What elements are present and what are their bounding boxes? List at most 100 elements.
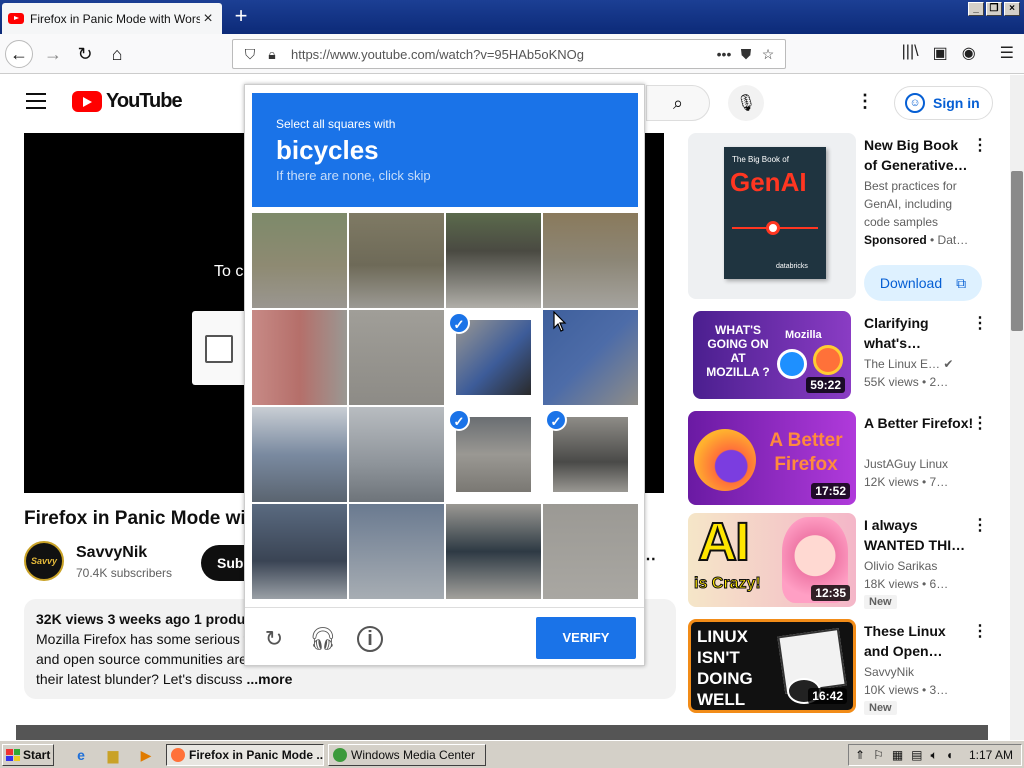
scrollbar-thumb[interactable] xyxy=(1011,171,1023,331)
download-button[interactable]: Download ⧉ xyxy=(864,265,982,301)
captcha-tile[interactable] xyxy=(252,407,347,502)
shield-icon[interactable]: ⛉ xyxy=(239,46,261,63)
media-player-icon[interactable]: ▶ xyxy=(137,746,155,764)
captcha-tile[interactable] xyxy=(543,213,638,308)
thumbnail-brand: Mozilla xyxy=(785,329,822,341)
video-thumbnail[interactable]: WHAT'S GOING ON AT MOZILLA ? Mozilla 59:… xyxy=(693,311,851,399)
video-thumbnail[interactable]: A Better Firefox 17:52 xyxy=(688,411,856,505)
volume-icon[interactable]: 🔈︎ xyxy=(931,748,938,763)
sidebar-video[interactable]: AI is Crazy! 12:35 I always WANTED THI… … xyxy=(688,513,998,617)
recaptcha-checkbox[interactable] xyxy=(205,335,233,363)
lock-icon[interactable]: 🔒︎ xyxy=(261,46,283,63)
library-icon[interactable]: |||\ xyxy=(902,43,919,63)
forward-button[interactable]: → xyxy=(39,40,67,68)
start-button[interactable]: Start xyxy=(2,744,54,766)
sidebar-title[interactable]: I always WANTED THI… xyxy=(864,515,974,555)
captcha-tile[interactable] xyxy=(349,407,444,502)
settings-more-icon[interactable]: ⋮ xyxy=(856,91,874,112)
pocket-icon[interactable]: ⛊ xyxy=(735,46,757,63)
book-cover-brand: databricks xyxy=(776,263,808,270)
reload-challenge-icon[interactable]: ↻ xyxy=(261,626,287,652)
home-button[interactable]: ⌂ xyxy=(103,40,131,68)
search-button[interactable]: ⌕ xyxy=(646,85,710,121)
restore-button[interactable]: ❐ xyxy=(986,2,1002,16)
page-actions-icon[interactable]: ••• xyxy=(713,46,735,62)
tray-flag-icon[interactable]: ⚐ xyxy=(873,748,884,762)
sidebar-item-more-icon[interactable]: ⋮ xyxy=(972,621,988,641)
video-thumbnail[interactable]: LINUX ISN'T DOING WELL 16:42 xyxy=(688,619,856,713)
sign-in-button[interactable]: ☺ Sign in xyxy=(894,86,993,120)
verify-button[interactable]: VERIFY xyxy=(536,617,636,659)
captcha-tile[interactable] xyxy=(349,504,444,599)
info-icon[interactable]: i xyxy=(357,626,383,652)
tray-expand-icon[interactable]: ⇑ xyxy=(855,748,865,762)
sidebar-title[interactable]: New Big Book of Generative… xyxy=(864,135,974,175)
reload-button[interactable]: ↻ xyxy=(71,40,99,68)
captcha-tile[interactable] xyxy=(349,213,444,308)
sidebar-title[interactable]: Clarifying what's… xyxy=(864,313,974,353)
explorer-folder-icon[interactable]: ▆ xyxy=(104,746,122,764)
sidebar-video[interactable]: WHAT'S GOING ON AT MOZILLA ? Mozilla 59:… xyxy=(688,311,998,407)
youtube-logo[interactable]: YouTube xyxy=(72,90,183,113)
captcha-tile[interactable] xyxy=(252,310,347,405)
channel-avatar[interactable]: Savvy xyxy=(24,541,64,581)
captcha-tile[interactable] xyxy=(543,504,638,599)
voice-search-button[interactable]: 🎙︎ xyxy=(728,85,764,121)
minimize-button[interactable]: _ xyxy=(968,2,984,16)
url-text[interactable]: https://www.youtube.com/watch?v=95HAb5oK… xyxy=(291,47,713,62)
captcha-tile[interactable]: ✓ xyxy=(446,310,541,405)
checkmark-icon: ✓ xyxy=(545,409,567,431)
captcha-tile[interactable] xyxy=(446,213,541,308)
tab-strip: Firefox in Panic Mode with Worst U × + _… xyxy=(0,0,1024,34)
captcha-tile[interactable] xyxy=(446,504,541,599)
sidebar-video[interactable]: LINUX ISN'T DOING WELL 16:42 These Linux… xyxy=(688,619,998,723)
browser-tab-active[interactable]: Firefox in Panic Mode with Worst U × xyxy=(2,3,222,34)
sidebar-video[interactable]: A Better Firefox 17:52 A Better Firefox!… xyxy=(688,411,998,507)
book-cover: The Big Book of GenAI databricks xyxy=(724,147,826,279)
video-thumbnail[interactable]: AI is Crazy! 12:35 xyxy=(688,513,856,607)
address-bar[interactable]: ⛉ 🔒︎ https://www.youtube.com/watch?v=95H… xyxy=(232,39,786,69)
internet-explorer-icon[interactable]: e xyxy=(72,746,90,764)
close-window-button[interactable]: × xyxy=(1004,2,1020,16)
thumbnail-text: A Better Firefox xyxy=(769,430,843,475)
user-circle-icon: ☺ xyxy=(905,93,925,113)
sidebar-item-more-icon[interactable]: ⋮ xyxy=(972,135,988,155)
captcha-image-grid: ✓ ✓ ✓ xyxy=(252,213,638,599)
ad-thumbnail[interactable]: The Big Book of GenAI databricks xyxy=(688,133,856,299)
back-button[interactable]: ← xyxy=(5,40,33,68)
sidebar-item-more-icon[interactable]: ⋮ xyxy=(972,515,988,535)
sidebar-views: 12K views • 7… xyxy=(864,475,949,489)
sidebar-title[interactable]: These Linux and Open… xyxy=(864,621,974,661)
captcha-tile-image xyxy=(349,504,444,599)
channel-name[interactable]: SavvyNik xyxy=(76,544,147,562)
account-icon[interactable]: ◉ xyxy=(962,43,976,63)
taskbar-firefox-window[interactable]: Firefox in Panic Mode ... xyxy=(166,744,324,766)
bookmark-star-icon[interactable]: ☆ xyxy=(757,46,779,63)
description-more-link[interactable]: ...more xyxy=(246,671,292,687)
captcha-tile-image xyxy=(252,310,347,405)
sidebar-title[interactable]: A Better Firefox! xyxy=(864,413,974,433)
captcha-tile[interactable]: ✓ xyxy=(446,407,541,502)
menu-icon[interactable]: ☰ xyxy=(1000,43,1014,63)
display-icon[interactable]: ▤ xyxy=(911,748,922,762)
close-tab-icon[interactable]: × xyxy=(200,10,216,28)
sidebar-icon[interactable]: ▣ xyxy=(933,43,948,63)
hamburger-menu-icon[interactable] xyxy=(26,93,46,114)
book-cover-dot xyxy=(766,221,780,235)
captcha-tile[interactable] xyxy=(252,504,347,599)
captcha-tile[interactable]: ✓ xyxy=(543,407,638,502)
recaptcha-challenge: Select all squares with bicycles If ther… xyxy=(244,84,645,666)
sidebar-item-more-icon[interactable]: ⋮ xyxy=(972,413,988,433)
audio-challenge-icon[interactable]: 🎧︎ xyxy=(309,626,337,652)
tray-speaker-icon[interactable]: ◖ xyxy=(946,748,953,762)
captcha-tile[interactable] xyxy=(349,310,444,405)
captcha-tile-image xyxy=(446,213,541,308)
new-tab-button[interactable]: + xyxy=(228,4,254,30)
sign-in-label: Sign in xyxy=(933,95,980,111)
page-scrollbar[interactable] xyxy=(1010,75,1024,740)
network-icon[interactable]: ▦ xyxy=(892,748,903,762)
sidebar-item-more-icon[interactable]: ⋮ xyxy=(972,313,988,333)
taskbar-media-center-window[interactable]: Windows Media Center xyxy=(328,744,486,766)
captcha-tile[interactable] xyxy=(252,213,347,308)
checkmark-icon: ✓ xyxy=(448,312,470,334)
